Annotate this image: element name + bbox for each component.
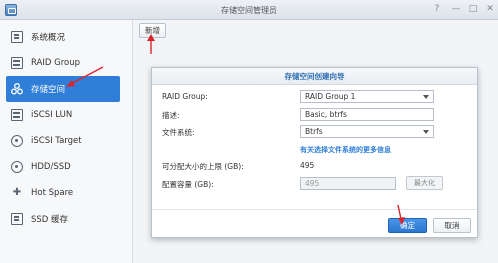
allocated-size-input[interactable]: 495 (300, 177, 396, 190)
allocated-size-label: 配置容量 (GB): (162, 180, 214, 189)
title-bar: 存储空间管理员 ? — □ ✕ (0, 0, 498, 20)
sidebar-item-label: iSCSI LUN (31, 110, 73, 120)
sidebar-item-label: RAID Group (31, 58, 81, 68)
dialog-title: 存储空间创建向导 (152, 68, 477, 85)
sidebar-item-label: SSD 缓存 (31, 215, 69, 225)
chevron-down-icon (423, 95, 429, 99)
raid-group-value: RAID Group 1 (305, 92, 356, 101)
raid-group-label: RAID Group: (162, 92, 208, 101)
sidebar-item-hdd-ssd[interactable]: HDD/SSD (6, 154, 120, 180)
cancel-button[interactable]: 取消 (433, 218, 471, 233)
iscsi-lun-icon (11, 109, 23, 121)
maximize-icon[interactable]: □ (466, 3, 480, 16)
hot-spare-icon: ✚ (12, 187, 22, 198)
raid-group-select[interactable]: RAID Group 1 (300, 90, 434, 103)
maximize-size-button[interactable]: 最大化 (406, 176, 443, 190)
filesystem-label: 文件系统: (162, 128, 195, 137)
create-volume-dialog: 存储空间创建向导 RAID Group: RAID Group 1 描述: Ba… (151, 67, 478, 238)
max-capacity-value: 495 (300, 161, 315, 170)
overview-icon (11, 31, 23, 43)
iscsi-target-icon (11, 135, 23, 147)
description-label: 描述: (162, 111, 180, 120)
sidebar-item-label: HDD/SSD (31, 162, 71, 172)
volume-icon (11, 83, 23, 95)
raid-group-icon (11, 57, 23, 69)
hdd-icon (11, 161, 23, 173)
description-input[interactable]: Basic, btrfs (300, 108, 434, 121)
close-icon[interactable]: ✕ (483, 3, 497, 16)
sidebar: 系统概况 RAID Group 存储空间 iSCSI LUN iSCSI Tar… (0, 20, 133, 263)
sidebar-item-overview[interactable]: 系统概况 (6, 24, 120, 50)
minimize-icon[interactable]: — (449, 3, 463, 16)
sidebar-item-ssd-cache[interactable]: SSD 缓存 (6, 206, 120, 232)
sidebar-item-label: 存储空间 (31, 85, 66, 95)
new-button[interactable]: 新增 (139, 23, 166, 38)
ssd-cache-icon (11, 213, 23, 225)
dialog-divider (152, 209, 477, 210)
chevron-down-icon (423, 130, 429, 134)
filesystem-value: Btrfs (305, 127, 323, 136)
sidebar-item-label: iSCSI Target (31, 136, 82, 146)
sidebar-item-volume[interactable]: 存储空间 (6, 76, 120, 102)
ok-button[interactable]: 确定 (388, 218, 427, 233)
sidebar-item-iscsi-target[interactable]: iSCSI Target (6, 128, 120, 154)
sidebar-item-iscsi-lun[interactable]: iSCSI LUN (6, 102, 120, 128)
filesystem-select[interactable]: Btrfs (300, 125, 434, 138)
max-capacity-label: 可分配大小的上限 (GB): (162, 162, 244, 171)
help-icon[interactable]: ? (430, 3, 444, 16)
sidebar-item-label: Hot Spare (31, 188, 74, 198)
sidebar-item-label: 系统概况 (31, 33, 66, 43)
sidebar-item-hot-spare[interactable]: ✚ Hot Spare (6, 180, 120, 206)
filesystem-info-link[interactable]: 有关选择文件系统的更多信息 (300, 145, 391, 155)
window-title: 存储空间管理员 (221, 6, 277, 15)
sidebar-item-raid-group[interactable]: RAID Group (6, 50, 120, 76)
